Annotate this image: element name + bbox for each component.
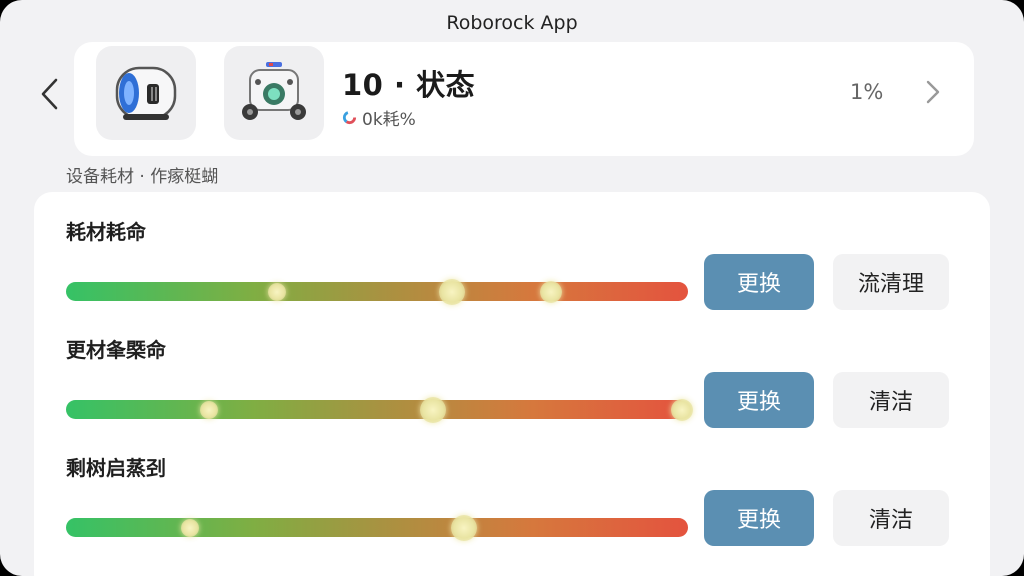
robot-dock-thumbnail[interactable]: [224, 46, 324, 140]
app-screen: Roborock App 10 · 状态 0k耗% 1% 设备耗材 · 作瘃梃蝴…: [0, 0, 1024, 576]
clean-button[interactable]: 流清理: [833, 254, 949, 310]
replace-button[interactable]: 更换: [704, 254, 814, 310]
progress-marker: [438, 278, 465, 305]
consumable-label: 更材夆槩命: [66, 338, 166, 362]
back-button[interactable]: [34, 76, 64, 112]
robot-dock-icon: [242, 62, 306, 120]
section-label: 设备耗材 · 作瘃梃蝴: [66, 167, 219, 187]
progress-marker: [268, 282, 287, 301]
robot-vacuum-icon: [115, 66, 177, 120]
consumable-label: 剩树启蒸刭: [66, 456, 166, 480]
consumable-row: 剩树启蒸刭 更换 清洁: [34, 452, 990, 562]
device-status-subtitle: 0k耗%: [342, 105, 416, 130]
forward-button[interactable]: [920, 76, 946, 108]
consumable-life-bar: [66, 396, 693, 423]
consumable-row: 更材夆槩命 更换 清洁: [34, 334, 990, 444]
battery-percent: 1%: [850, 80, 884, 104]
progress-marker: [451, 514, 478, 541]
replace-button[interactable]: 更换: [704, 490, 814, 546]
progress-marker: [670, 398, 693, 421]
progress-marker: [540, 280, 563, 303]
chevron-right-icon: [926, 80, 940, 104]
progress-marker: [200, 400, 219, 419]
consumable-life-bar: [66, 278, 688, 305]
progress-marker: [419, 396, 446, 423]
device-subtitle-text: 0k耗%: [362, 110, 416, 130]
consumable-row: 耗材耗命 更换 流清理: [34, 216, 990, 326]
consumable-life-bar: [66, 514, 688, 541]
robot-front-thumbnail[interactable]: [96, 46, 196, 140]
consumables-card: 耗材耗命 更换 流清理 更材夆槩命 更换 清洁 剩树启蒸刭 更换 清洁: [34, 192, 990, 576]
consumable-label: 耗材耗命: [66, 220, 146, 244]
clean-button[interactable]: 清洁: [833, 372, 949, 428]
progress-marker: [181, 518, 200, 537]
device-header-card[interactable]: 10 · 状态 0k耗% 1%: [74, 42, 974, 156]
chevron-left-icon: [41, 78, 58, 110]
app-title: Roborock App: [446, 12, 578, 34]
ring-status-icon: [342, 110, 357, 125]
replace-button[interactable]: 更换: [704, 372, 814, 428]
clean-button[interactable]: 清洁: [833, 490, 949, 546]
device-status-title: 10 · 状态: [342, 68, 476, 102]
